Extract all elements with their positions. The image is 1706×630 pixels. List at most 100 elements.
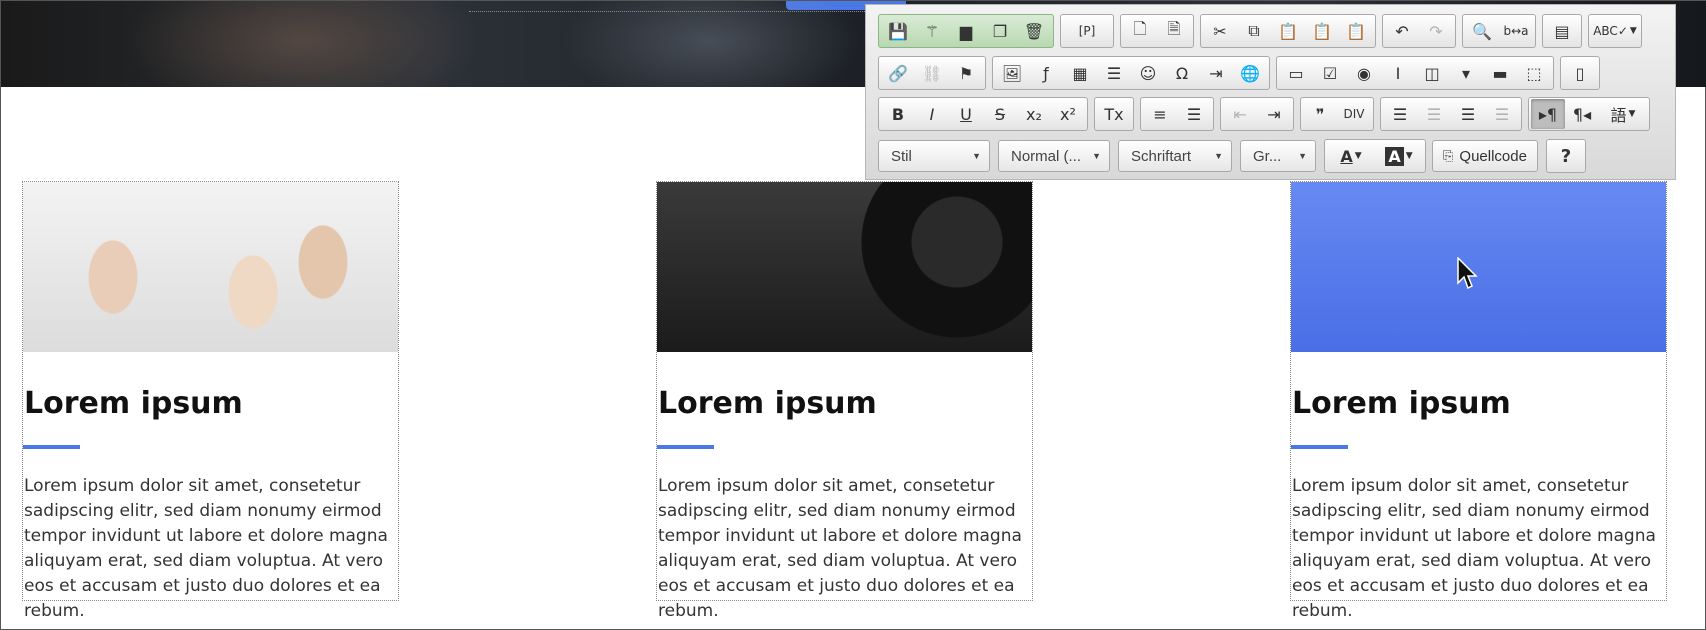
spellcheck-group: ABC✓ ▼: [1588, 14, 1642, 48]
smiley-button[interactable]: ☺: [1131, 58, 1165, 88]
content-card-1[interactable]: Lorem ipsum Lorem ipsum dolor sit amet, …: [22, 181, 399, 621]
new-page-button[interactable]: 🗋: [1123, 16, 1157, 46]
card-text[interactable]: Lorem ipsum dolor sit amet, consetetur s…: [24, 474, 400, 624]
div-container-button[interactable]: DIV: [1337, 99, 1371, 129]
anchor-flag-button[interactable]: ⚑: [949, 58, 983, 88]
ltr-direction-button[interactable]: ▸¶: [1531, 99, 1565, 129]
horizontal-line-button[interactable]: ☰: [1097, 58, 1131, 88]
align-left-button[interactable]: ☰: [1383, 99, 1417, 129]
magic-wand-button[interactable]: ⚚: [915, 16, 949, 46]
templates-icon: 🗎: [1167, 18, 1181, 38]
content-card-3[interactable]: Lorem ipsum Lorem ipsum dolor sit amet, …: [1290, 181, 1667, 621]
text-color-button[interactable]: A ▼: [1327, 141, 1375, 171]
textarea-button[interactable]: ◫: [1415, 58, 1449, 88]
toolbar-row-3: B I U Sx₂ x² Tx ≡ ☰ ⇤ ⇥ ❞ DIV ☰ ☰ ☰ ☰ ▸¶ ¶◂ 語 ▼: [878, 96, 1656, 132]
copy-icon: ❐: [992, 21, 1008, 41]
flash-button[interactable]: ƒ: [1029, 58, 1063, 88]
page-break-button[interactable]: ⇥: [1199, 58, 1233, 88]
placeholder-p-button[interactable]: [P]: [1063, 16, 1111, 46]
button-button[interactable]: ▬: [1483, 58, 1517, 88]
flash-icon: ƒ: [1043, 63, 1049, 83]
radio-icon: ◉: [1357, 63, 1371, 83]
find-icon: 🔍: [1472, 21, 1492, 41]
find-button[interactable]: 🔍: [1465, 16, 1499, 46]
checkbox-button[interactable]: ☑: [1313, 58, 1347, 88]
strikethrough-button[interactable]: S: [983, 99, 1017, 129]
replace-button[interactable]: b↔a: [1499, 16, 1533, 46]
color-group: A ▼ A ▼: [1324, 139, 1426, 173]
paste-icon: 📋: [1278, 21, 1298, 41]
document-actions-group: 💾 ⚚ ▆ ❐ 🗑: [878, 14, 1054, 48]
link-button[interactable]: 🔗: [881, 58, 915, 88]
copy-button[interactable]: ⧉: [1237, 16, 1271, 46]
card-title[interactable]: Lorem ipsum: [1292, 386, 1511, 421]
content-card-2[interactable]: Lorem ipsum Lorem ipsum dolor sit amet, …: [656, 181, 1033, 621]
chevron-down-icon: ▼: [972, 151, 981, 161]
blockquote-icon: ❞: [1315, 104, 1325, 124]
font-combo[interactable]: Schriftart ▼: [1118, 140, 1232, 172]
align-center-button[interactable]: ☰: [1417, 99, 1451, 129]
basic-styles-group: B I U Sx₂ x²: [878, 97, 1088, 131]
spellcheck-icon: ABC✓: [1593, 24, 1628, 38]
show-blocks-button[interactable]: ▯: [1563, 58, 1597, 88]
button-icon: ▬: [1492, 63, 1508, 83]
redo-button[interactable]: ↷: [1419, 16, 1453, 46]
size-combo[interactable]: Gr... ▼: [1240, 140, 1316, 172]
trash-button[interactable]: 🗑: [1017, 16, 1051, 46]
undo-button[interactable]: ↶: [1385, 16, 1419, 46]
bold-button[interactable]: B: [881, 99, 915, 129]
hidden-field-button[interactable]: ⬚: [1517, 58, 1551, 88]
image-button[interactable]: 🖼: [995, 58, 1029, 88]
chevron-down-icon: ▼: [1628, 109, 1636, 119]
copy-button[interactable]: ❐: [983, 16, 1017, 46]
special-char-button[interactable]: Ω: [1165, 58, 1199, 88]
source-code-button[interactable]: ⎘ Quellcode: [1432, 140, 1538, 172]
select-all-button[interactable]: ▤: [1545, 16, 1579, 46]
spellcheck-button[interactable]: ABC✓ ▼: [1591, 16, 1639, 46]
folder-button[interactable]: ▆: [949, 16, 983, 46]
outdent-button[interactable]: ⇤: [1223, 99, 1257, 129]
card-text[interactable]: Lorem ipsum dolor sit amet, consetetur s…: [1292, 474, 1668, 624]
rtl-direction-button[interactable]: ¶◂: [1565, 99, 1599, 129]
blockquote-button[interactable]: ❞: [1303, 99, 1337, 129]
clipboard-group: ✂ ⧉ 📋 📋 📋: [1200, 14, 1376, 48]
superscript-button[interactable]: x²: [1051, 99, 1085, 129]
card-title[interactable]: Lorem ipsum: [24, 386, 243, 421]
bg-color-button[interactable]: A ▼: [1375, 141, 1423, 171]
card-title[interactable]: Lorem ipsum: [658, 386, 877, 421]
align-right-button[interactable]: ☰: [1451, 99, 1485, 129]
italic-button[interactable]: I: [915, 99, 949, 129]
indent-button[interactable]: ⇥: [1257, 99, 1291, 129]
card-image-gym-group[interactable]: [23, 182, 398, 352]
form-button[interactable]: ▭: [1279, 58, 1313, 88]
table-button[interactable]: ▦: [1063, 58, 1097, 88]
templates-button[interactable]: 🗎: [1157, 16, 1191, 46]
subscript-button[interactable]: x₂: [1017, 99, 1051, 129]
textfield-button[interactable]: I: [1381, 58, 1415, 88]
toolbar-row-1: 💾 ⚚ ▆ ❐ 🗑 [P] 🗋 🗎 ✂ ⧉ 📋 📋 📋 ↶ ↷ 🔍 b↔a ▤ ABC✓ ▼: [878, 13, 1648, 49]
underline-button[interactable]: U: [949, 99, 983, 129]
bold-icon: B: [891, 104, 905, 124]
justify-button[interactable]: ☰: [1485, 99, 1519, 129]
save-button[interactable]: 💾: [881, 16, 915, 46]
folder-icon: ▆: [959, 21, 973, 41]
cut-button[interactable]: ✂: [1203, 16, 1237, 46]
textfield-icon: I: [1395, 63, 1401, 83]
language-button[interactable]: 語 ▼: [1599, 99, 1647, 129]
paste-text-button[interactable]: 📋: [1305, 16, 1339, 46]
numbered-list-button[interactable]: ≡: [1143, 99, 1177, 129]
unlink-button[interactable]: ⛓: [915, 58, 949, 88]
help-button[interactable]: ?: [1549, 141, 1583, 171]
undo-icon: ↶: [1395, 21, 1409, 41]
iframe-button[interactable]: 🌐: [1233, 58, 1267, 88]
paste-word-button[interactable]: 📋: [1339, 16, 1373, 46]
paste-button[interactable]: 📋: [1271, 16, 1305, 46]
bulleted-list-button[interactable]: ☰: [1177, 99, 1211, 129]
style-combo[interactable]: Stil ▼: [878, 140, 990, 172]
select-button[interactable]: ▾: [1449, 58, 1483, 88]
card-text[interactable]: Lorem ipsum dolor sit amet, consetetur s…: [658, 474, 1034, 624]
card-image-weightlifting[interactable]: [657, 182, 1032, 352]
format-combo[interactable]: Normal (... ▼: [998, 140, 1110, 172]
radio-button[interactable]: ◉: [1347, 58, 1381, 88]
remove-format-button[interactable]: Tx: [1097, 99, 1131, 129]
